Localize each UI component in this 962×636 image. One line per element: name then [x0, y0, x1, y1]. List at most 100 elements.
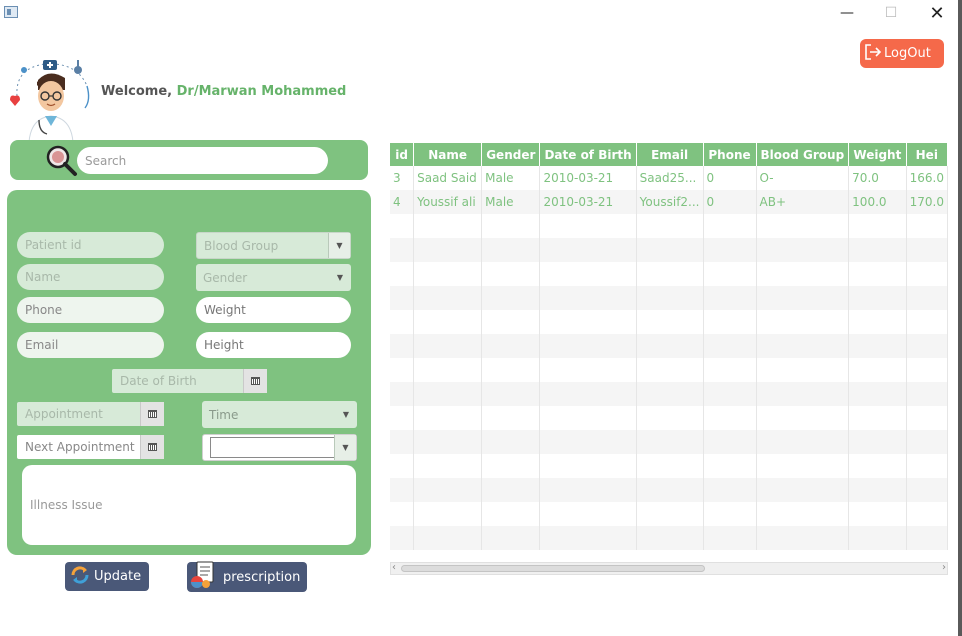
table-cell — [539, 502, 637, 526]
table-cell — [636, 214, 704, 238]
table-cell: 70.0 — [848, 166, 907, 190]
table-cell — [756, 214, 850, 238]
prescription-icon — [189, 561, 217, 593]
table-cell — [636, 430, 704, 454]
table-cell — [413, 478, 483, 502]
table-cell — [413, 214, 483, 238]
doctor-avatar — [5, 56, 97, 143]
table-row[interactable]: 3 Saad Said Male 2010-03-21 Saad25... 0 O- 70.0… — [390, 166, 948, 190]
table-cell — [413, 262, 483, 286]
name-field[interactable]: Name — [17, 264, 164, 290]
scroll-right-icon[interactable]: › — [942, 562, 946, 573]
chevron-down-icon[interactable]: ▼ — [334, 435, 356, 460]
table-cell — [636, 358, 704, 382]
table-cell — [413, 334, 483, 358]
table-cell — [539, 526, 637, 550]
table-row[interactable]: 4 Youssif ali Male 2010-03-21 Youssif2... 0 AB… — [390, 190, 948, 214]
table-cell — [848, 430, 907, 454]
blood-group-select[interactable]: Blood Group ▼ — [196, 232, 351, 259]
table-cell — [413, 430, 483, 454]
patient-id-field[interactable]: Patient id — [17, 232, 164, 258]
table-cell — [906, 238, 948, 262]
calendar-icon[interactable] — [243, 369, 267, 393]
column-header[interactable]: id — [390, 143, 415, 166]
column-header[interactable]: Gender — [481, 143, 541, 166]
table-cell: Saad25... — [636, 166, 704, 190]
email-field[interactable]: Email — [17, 332, 164, 358]
window-close-button[interactable]: ✕ — [914, 0, 960, 26]
table-cell — [848, 214, 907, 238]
column-header[interactable]: Hei — [906, 143, 948, 166]
height-field[interactable]: Height — [196, 332, 351, 358]
table-cell — [703, 262, 757, 286]
scrollbar-thumb[interactable] — [401, 565, 705, 572]
window-maximize-button[interactable]: ☐ — [868, 0, 914, 26]
table-cell — [481, 334, 541, 358]
table-cell — [390, 262, 415, 286]
patients-table[interactable]: id Name Gender Date of Birth Email Phone Blood… — [390, 143, 948, 561]
magnifier-icon[interactable] — [44, 143, 78, 177]
table-cell — [848, 478, 907, 502]
chevron-down-icon[interactable]: ▼ — [335, 401, 357, 428]
table-cell — [413, 310, 483, 334]
update-button[interactable]: Update — [65, 562, 149, 591]
chevron-down-icon[interactable]: ▼ — [329, 264, 351, 291]
table-row — [390, 454, 948, 478]
time-select[interactable]: Time ▼ — [202, 401, 357, 428]
calendar-icon[interactable] — [140, 435, 164, 459]
table-row — [390, 382, 948, 406]
table-cell — [481, 286, 541, 310]
next-time-input[interactable] — [210, 437, 336, 458]
table-cell — [390, 238, 415, 262]
table-cell — [390, 406, 415, 430]
table-cell — [539, 478, 637, 502]
prescription-button[interactable]: prescription — [187, 561, 307, 593]
illness-issue-textarea[interactable]: Illness Issue — [22, 465, 356, 545]
table-cell — [848, 310, 907, 334]
table-horizontal-scrollbar[interactable]: ‹ › — [390, 562, 948, 575]
next-time-select[interactable]: ▼ — [202, 434, 357, 461]
window-border — [958, 0, 962, 636]
date-of-birth-picker[interactable]: Date of Birth — [112, 369, 267, 393]
table-cell: 166.0 — [906, 166, 948, 190]
phone-field[interactable]: Phone — [17, 297, 164, 323]
table-cell — [481, 262, 541, 286]
column-header[interactable]: Blood Group — [756, 143, 850, 166]
table-cell — [756, 406, 850, 430]
table-cell — [703, 214, 757, 238]
welcome-text: Welcome, Dr/Marwan Mohammed — [101, 84, 346, 99]
scroll-left-icon[interactable]: ‹ — [392, 562, 396, 573]
table-cell — [703, 358, 757, 382]
window-minimize-button[interactable]: — — [824, 0, 870, 26]
table-cell — [413, 286, 483, 310]
column-header[interactable]: Phone — [703, 143, 757, 166]
column-header[interactable]: Email — [636, 143, 704, 166]
table-cell — [756, 454, 850, 478]
table-cell — [636, 526, 704, 550]
prescription-label: prescription — [223, 569, 301, 585]
table-cell — [539, 238, 637, 262]
table-cell — [413, 406, 483, 430]
table-cell — [390, 310, 415, 334]
table-cell — [703, 334, 757, 358]
search-input[interactable] — [77, 147, 328, 174]
table-cell — [906, 430, 948, 454]
calendar-icon[interactable] — [140, 402, 164, 426]
next-appointment-picker[interactable]: Next Appointment — [17, 435, 164, 459]
column-header[interactable]: Name — [413, 143, 483, 166]
logout-button[interactable]: LogOut — [860, 39, 944, 68]
table-cell: AB+ — [756, 190, 850, 214]
table-cell — [390, 358, 415, 382]
gender-select[interactable]: Gender ▼ — [196, 264, 351, 291]
table-row — [390, 310, 948, 334]
column-header[interactable]: Weight — [848, 143, 907, 166]
table-cell — [703, 526, 757, 550]
table-cell — [539, 430, 637, 454]
table-cell — [848, 286, 907, 310]
weight-field[interactable]: Weight — [196, 297, 351, 323]
chevron-down-icon[interactable]: ▼ — [328, 233, 350, 258]
table-row — [390, 286, 948, 310]
appointment-picker[interactable]: Appointment — [17, 402, 164, 426]
table-cell — [703, 286, 757, 310]
column-header[interactable]: Date of Birth — [539, 143, 637, 166]
